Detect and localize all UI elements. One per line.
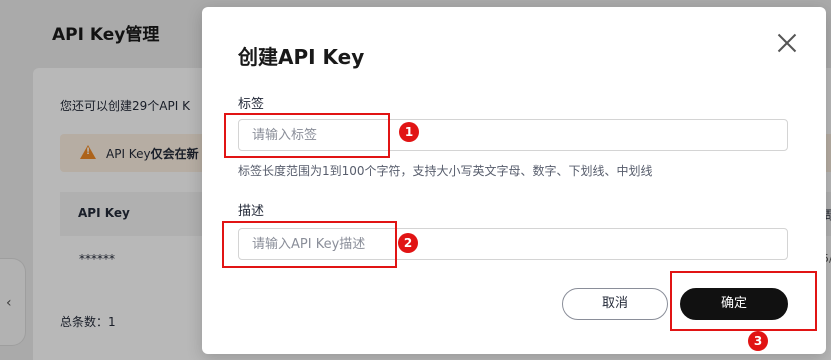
annotation-marker-3: 3	[748, 331, 768, 351]
annotation-marker-1: 1	[399, 122, 419, 142]
annotation-box-confirm	[670, 271, 817, 331]
tag-hint: 标签长度范围为1到100个字符，支持大小写英文字母、数字、下划线、中划线	[238, 164, 653, 178]
cancel-button[interactable]: 取消	[562, 288, 668, 320]
dialog-title: 创建API Key	[238, 45, 365, 69]
description-label: 描述	[238, 204, 265, 219]
annotation-marker-2: 2	[398, 233, 418, 253]
annotation-box-description	[222, 221, 397, 268]
close-icon[interactable]	[775, 31, 799, 55]
annotation-box-tag	[224, 113, 390, 158]
tag-label: 标签	[238, 97, 265, 112]
